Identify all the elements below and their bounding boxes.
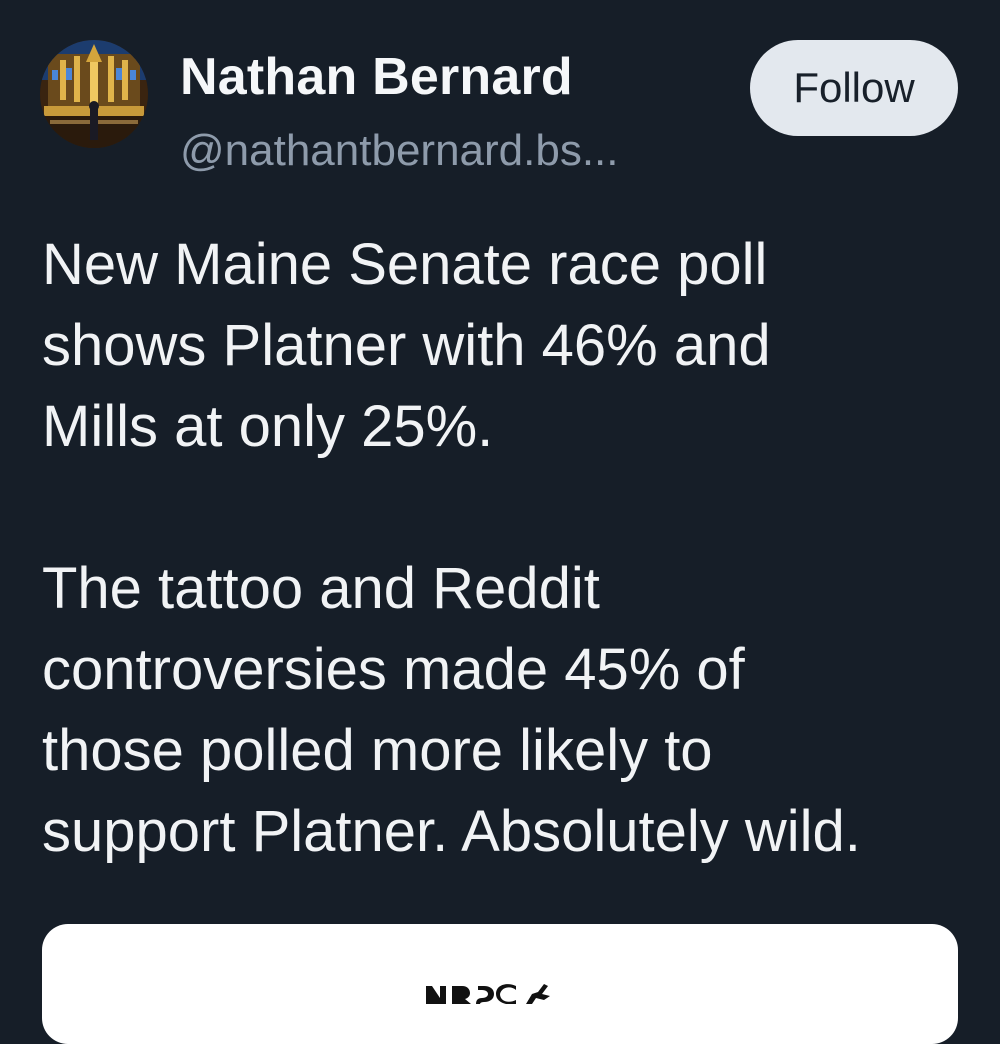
nrsc-logo-icon bbox=[426, 984, 550, 1004]
author-display-name[interactable]: Nathan Bernard bbox=[180, 44, 573, 110]
cathedral-altar-icon bbox=[40, 40, 148, 148]
post-paragraph: The tattoo and Reddit controversies made… bbox=[42, 556, 861, 864]
avatar[interactable] bbox=[40, 40, 148, 148]
author-handle[interactable]: @nathantbernard.bs... bbox=[180, 122, 619, 180]
post-paragraph: New Maine Senate race poll shows Platner… bbox=[42, 232, 771, 459]
follow-button[interactable]: Follow bbox=[750, 40, 958, 136]
embed-card[interactable] bbox=[42, 924, 958, 1044]
post-text: New Maine Senate race poll shows Platner… bbox=[42, 224, 972, 872]
post: Nathan Bernard @nathantbernard.bs... Fol… bbox=[0, 0, 1000, 1044]
